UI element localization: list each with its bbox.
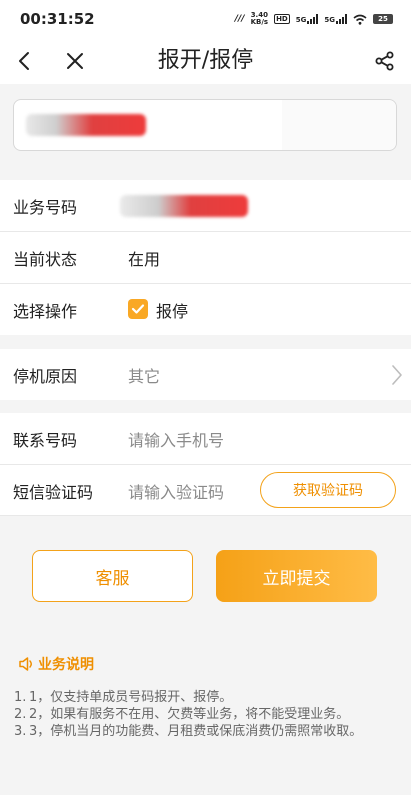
operation-checkbox[interactable]	[128, 299, 148, 319]
contact-number-input[interactable]: 请输入手机号	[128, 427, 224, 451]
account-box-fade	[282, 100, 396, 150]
description-title: 业务说明	[38, 657, 94, 673]
row-current-status: 当前状态 在用	[0, 232, 411, 283]
battery-icon: 25	[373, 14, 393, 24]
status-bar: 00:31:52 /// 3.40 KB/s HD 5G 5G 25	[0, 0, 411, 38]
status-time: 00:31:52	[20, 10, 95, 28]
contact-number-label: 联系号码	[13, 430, 78, 450]
speaker-icon	[19, 657, 32, 671]
description-list: 1. 1，仅支持单成员号码报开、报停。 2. 2，如果有服务不在用、欠费等业务，…	[14, 690, 396, 741]
carrier-logo-icon: ///	[234, 14, 245, 24]
checkmark-icon	[131, 304, 145, 314]
row-sms-code: 短信验证码 请输入验证码 获取验证码	[0, 465, 411, 516]
row-business-number: 业务号码	[0, 180, 411, 231]
row-select-operation: 选择操作 报停	[0, 284, 411, 335]
sim2-signal-icon: 5G	[324, 14, 347, 24]
back-button[interactable]	[12, 49, 36, 73]
redacted-account-name	[26, 114, 146, 136]
stop-reason-value: 其它	[128, 366, 161, 386]
close-button[interactable]	[63, 49, 87, 73]
account-section	[0, 84, 411, 166]
divider	[0, 515, 411, 516]
select-operation-label: 选择操作	[13, 301, 78, 321]
sms-code-label: 短信验证码	[13, 482, 94, 502]
chevron-right-icon	[392, 365, 402, 385]
get-code-button[interactable]: 获取验证码	[260, 472, 396, 508]
redacted-business-number	[120, 195, 248, 217]
row-contact-number: 联系号码 请输入手机号	[0, 413, 411, 464]
description-header: 业务说明	[18, 654, 94, 674]
current-status-value: 在用	[128, 249, 161, 269]
share-icon	[375, 51, 394, 71]
stop-reason-label: 停机原因	[13, 366, 78, 386]
net-speed: 3.40 KB/s	[250, 11, 269, 26]
list-item: 1. 1，仅支持单成员号码报开、报停。	[14, 690, 233, 705]
sim1-signal-icon: 5G	[296, 14, 319, 24]
row-stop-reason[interactable]: 停机原因 其它	[0, 349, 411, 400]
business-number-label: 业务号码	[13, 197, 78, 217]
list-item: 3. 3，停机当月的功能费、月租费或保底消费仍需照常收取。	[14, 724, 363, 739]
status-icons: /// 3.40 KB/s HD 5G 5G 25	[235, 12, 393, 26]
page-title: 报开/报停	[157, 48, 254, 73]
account-selector[interactable]	[13, 99, 397, 151]
sms-code-input[interactable]: 请输入验证码	[128, 479, 224, 503]
list-item: 2. 2，如果有服务不在用、欠费等业务，将不能受理业务。	[14, 707, 350, 722]
share-button[interactable]	[373, 49, 397, 73]
current-status-label: 当前状态	[13, 249, 78, 269]
chevron-left-icon	[19, 52, 29, 70]
submit-button[interactable]: 立即提交	[216, 550, 377, 602]
close-icon	[67, 53, 83, 69]
customer-service-button[interactable]: 客服	[32, 550, 193, 602]
hd-badge: HD	[274, 14, 290, 24]
nav-bar: 报开/报停	[0, 38, 411, 84]
operation-option-label[interactable]: 报停	[156, 298, 188, 322]
wifi-icon	[353, 14, 367, 25]
